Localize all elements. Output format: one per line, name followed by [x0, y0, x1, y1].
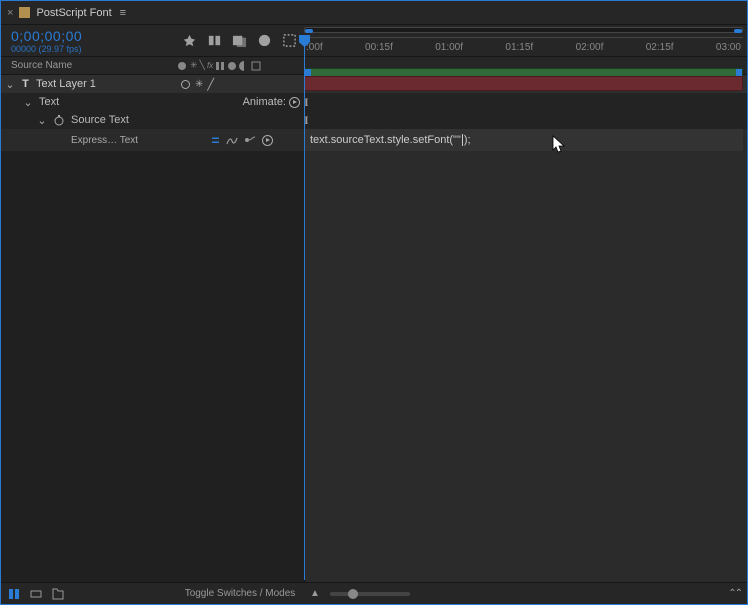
expression-graph-icon[interactable] [226, 134, 238, 146]
source-name-column[interactable]: Source Name [1, 60, 176, 71]
draft-3d-icon[interactable] [282, 33, 297, 48]
expression-pickwhip-icon[interactable] [244, 134, 256, 146]
zoom-slider[interactable] [330, 592, 410, 596]
frame-rate-display: 00000 (29.97 fps) [11, 44, 166, 54]
property-source-text: ⌄ Source Text I [1, 111, 747, 129]
timeline-empty-area [1, 151, 747, 582]
shy-switch-icon[interactable] [180, 79, 191, 90]
zoom-in-icon[interactable]: ⌃⌃ [728, 588, 741, 599]
source-text-label[interactable]: Source Text [71, 114, 129, 126]
expression-property-label: Express… Text [71, 135, 138, 146]
motion-blur-header-icon [227, 61, 237, 71]
expression-enable-icon[interactable]: = [211, 132, 219, 148]
time-ruler[interactable]: :00f 00:15f 01:00f 01:15f 02:00f 02:15f … [304, 25, 747, 57]
zoom-out-icon[interactable]: ▲ [310, 588, 320, 599]
switches-column-header: ✳╲ fx [176, 60, 304, 72]
layer-twirl-icon[interactable]: ⌄ [5, 79, 15, 89]
frame-blend-icon[interactable] [207, 33, 222, 48]
layer-row-text-layer-1[interactable]: ⌄ T Text Layer 1 ✳ ╱ [1, 75, 747, 93]
expression-row: Express… Text = text.sourceText.style.se… [1, 129, 747, 151]
shy-icon[interactable] [182, 33, 197, 48]
motion-blur-icon[interactable] [232, 33, 247, 48]
stopwatch-icon[interactable] [53, 114, 65, 126]
timeline-tool-icons [176, 33, 304, 48]
expression-editor[interactable]: text.sourceText.style.setFont(""); [304, 129, 743, 151]
text-property-label: Text [39, 96, 59, 108]
property-text-group: ⌄ Text Animate: I [1, 93, 747, 111]
text-cursor [462, 134, 463, 146]
in-point-marker-icon: I [304, 113, 309, 128]
composition-name[interactable]: PostScript Font [36, 7, 111, 19]
toggle-switches-modes-button[interactable]: Toggle Switches / Modes [176, 588, 304, 599]
mouse-cursor-icon [552, 135, 566, 153]
adjustment-header-icon [239, 61, 249, 71]
frame-blend-header-icon [215, 61, 225, 71]
layer-switches[interactable]: ✳ ╱ [176, 75, 304, 93]
animate-menu-button[interactable]: Animate: [243, 96, 300, 108]
tab-menu-button[interactable]: ≡ [120, 7, 126, 19]
composition-icon [19, 7, 30, 18]
layer-name[interactable]: Text Layer 1 [36, 78, 96, 90]
time-ruler-ticks: :00f 00:15f 01:00f 01:15f 02:00f 02:15f … [304, 37, 743, 57]
time-navigator[interactable] [304, 27, 743, 33]
timeline-footer: Toggle Switches / Modes ▲ ⌃⌃ [1, 582, 747, 604]
timeline-header: 0;00;00;00 00000 (29.97 fps) :00f 00:15f… [1, 25, 747, 57]
label-color-icon [176, 60, 188, 72]
in-point-marker-icon: I [304, 95, 309, 110]
3d-header-icon [251, 61, 261, 71]
composition-tab-bar: × PostScript Font ≡ [1, 1, 747, 25]
footer-toggle-icon-1[interactable] [7, 587, 21, 601]
current-time-display[interactable]: 0;00;00;00 [11, 28, 166, 44]
render-queue-icon[interactable] [51, 587, 65, 601]
close-tab-button[interactable]: × [7, 7, 13, 19]
text-layer-icon: T [19, 78, 32, 91]
sourcetext-twirl-icon[interactable]: ⌄ [37, 115, 47, 125]
expression-text-pre: text.sourceText.style.setFont("" [310, 134, 461, 146]
text-twirl-icon[interactable]: ⌄ [23, 97, 33, 107]
graph-editor-icon[interactable] [257, 33, 272, 48]
layer-duration-bar[interactable] [304, 76, 743, 91]
animate-arrow-icon [289, 97, 300, 108]
footer-toggle-icon-2[interactable] [29, 587, 43, 601]
expression-language-menu-icon[interactable] [262, 135, 273, 146]
expression-text-post: ); [464, 134, 471, 146]
